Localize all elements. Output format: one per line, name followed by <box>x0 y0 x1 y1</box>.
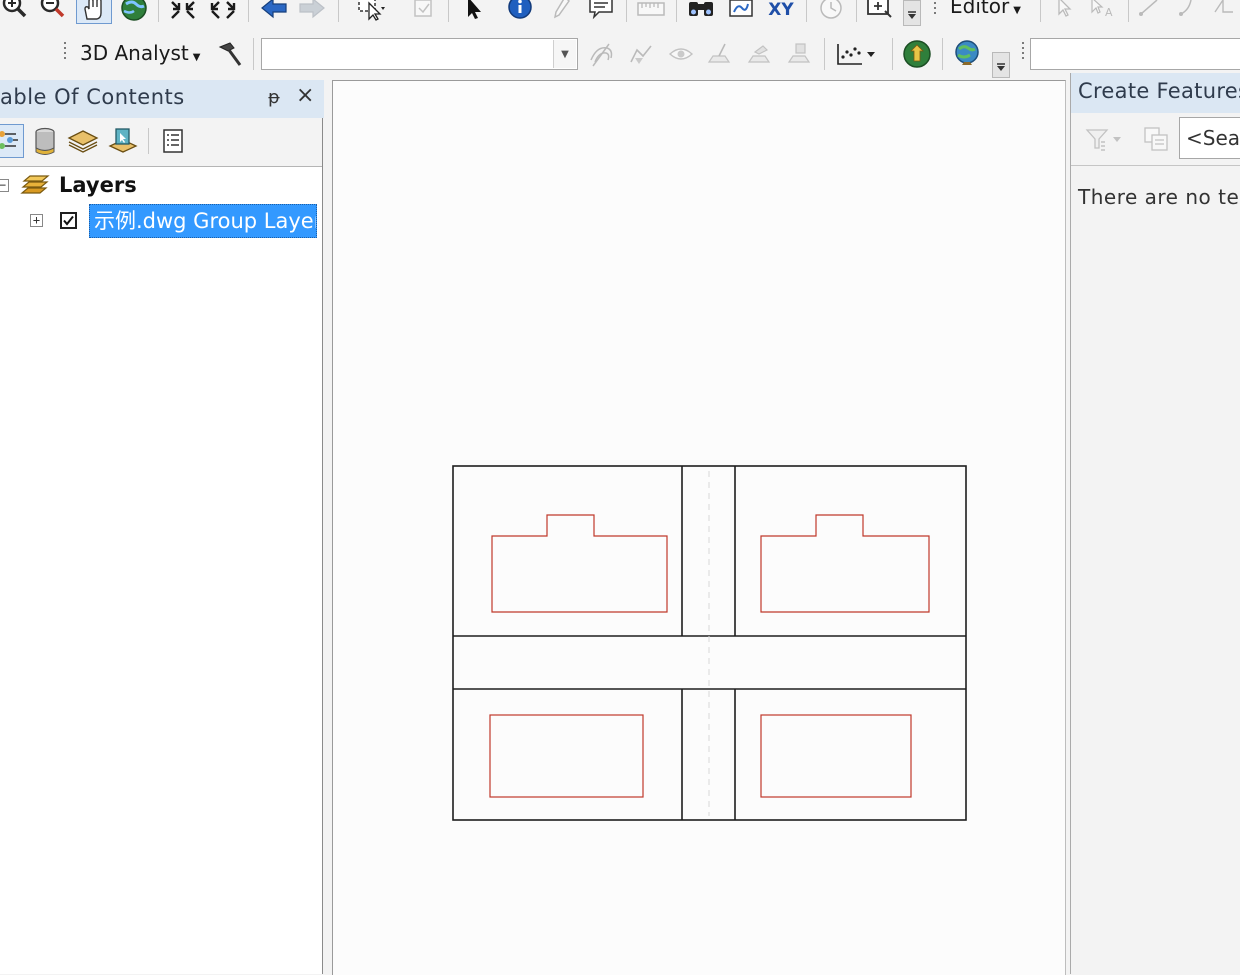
toc-title: able Of Contents <box>0 85 185 109</box>
fixed-zoom-in-icon[interactable] <box>166 0 200 22</box>
no-templates-message: There are no te <box>1078 185 1240 209</box>
pin-icon[interactable]: ᵽ <box>268 87 280 108</box>
interpolate-polygon-icon[interactable] <box>782 38 816 70</box>
table-of-contents-panel: able Of Contents ᵽ × − Layers + 示例.dwg G… <box>0 80 324 974</box>
3d-layer-combo[interactable]: ▼ <box>261 38 578 70</box>
svg-text:A: A <box>1105 6 1113 18</box>
hyperlink-icon[interactable] <box>544 0 578 22</box>
contour-icon[interactable] <box>584 38 618 70</box>
create-viewer-icon[interactable] <box>862 0 896 22</box>
toolbar-options-icon[interactable] <box>903 0 921 26</box>
trace-icon[interactable] <box>1208 0 1240 20</box>
arcglobe-icon[interactable] <box>950 38 984 70</box>
create-features-panel: Create Features <Sear There are no te <box>1070 73 1240 974</box>
list-by-selection-icon[interactable] <box>106 124 140 158</box>
find-route-icon[interactable] <box>724 0 758 22</box>
chevron-down-icon[interactable]: ▼ <box>553 40 576 68</box>
back-extent-icon[interactable] <box>258 0 290 22</box>
toolbar-options-icon[interactable] <box>992 52 1010 78</box>
layers-root-label[interactable]: Layers <box>59 173 137 197</box>
3d-analyst-toolbar: 3D Analyst ▼ ▼ <box>0 28 1240 80</box>
toc-header: able Of Contents ᵽ × <box>0 80 324 118</box>
list-by-drawing-order-icon[interactable] <box>0 124 24 158</box>
zoom-in-icon[interactable] <box>0 0 30 22</box>
standard-toolbar: XY Editor ▼ A <box>0 0 1240 28</box>
organize-templates-icon[interactable] <box>1081 123 1129 155</box>
full-extent-icon[interactable] <box>118 0 150 22</box>
3d-analyst-tools-icon[interactable] <box>212 38 246 70</box>
edit-tool-icon[interactable] <box>1050 0 1078 20</box>
pan-icon[interactable] <box>76 0 112 24</box>
go-to-xy-icon[interactable]: XY <box>764 0 798 22</box>
end-point-arc-icon[interactable] <box>1172 0 1202 20</box>
measure-icon[interactable] <box>634 0 668 22</box>
editor-menu-label: Editor <box>950 0 1010 18</box>
select-elements-icon[interactable] <box>456 0 490 22</box>
edit-annotation-icon[interactable]: A <box>1086 0 1120 20</box>
template-properties-icon[interactable] <box>1139 123 1173 155</box>
toc-toolbar <box>0 118 322 167</box>
group-layer-label[interactable]: 示例.dwg Group Layer <box>89 204 317 238</box>
list-by-source-icon[interactable] <box>28 124 62 158</box>
cad-drawing <box>452 465 967 821</box>
toolbar-grip[interactable] <box>1022 42 1025 62</box>
create-features-header: Create Features <box>1071 73 1240 113</box>
clear-selection-icon[interactable] <box>406 0 440 22</box>
close-icon[interactable]: × <box>296 83 314 108</box>
profile-graph-icon[interactable] <box>830 38 882 70</box>
template-search-placeholder: <Sear <box>1186 126 1240 150</box>
forward-extent-icon[interactable] <box>296 0 328 22</box>
toolbar-grip[interactable] <box>934 2 937 17</box>
fixed-zoom-out-icon[interactable] <box>206 0 240 22</box>
time-slider-icon[interactable] <box>814 0 848 22</box>
select-features-icon[interactable] <box>346 0 398 22</box>
arcscene-icon[interactable] <box>900 38 934 70</box>
identify-icon[interactable] <box>502 0 538 22</box>
layer-visibility-checkbox[interactable] <box>60 212 77 229</box>
building-footprint-ne[interactable] <box>760 514 930 613</box>
extra-toolbar-combo[interactable] <box>1030 38 1240 70</box>
line-of-sight-icon[interactable] <box>664 38 698 70</box>
steepest-path-icon[interactable] <box>624 38 658 70</box>
3d-analyst-menu[interactable]: 3D Analyst ▼ <box>80 41 200 65</box>
chevron-down-icon: ▼ <box>192 52 201 63</box>
expand-icon[interactable]: + <box>30 214 43 227</box>
editor-menu[interactable]: Editor ▼ <box>950 0 1021 18</box>
interpolate-point-icon[interactable] <box>742 38 776 70</box>
template-search-input[interactable]: <Sear <box>1179 117 1240 159</box>
straight-segment-icon[interactable] <box>1134 0 1164 20</box>
toc-tree: − Layers + 示例.dwg Group Layer <box>0 167 322 974</box>
list-by-visibility-icon[interactable] <box>66 124 100 158</box>
zoom-out-icon[interactable] <box>38 0 68 22</box>
options-icon[interactable] <box>156 124 190 158</box>
3d-analyst-menu-label: 3D Analyst <box>80 41 189 65</box>
map-canvas <box>452 465 967 821</box>
go-to-xy-label: XY <box>768 0 794 20</box>
toolbar-grip[interactable] <box>64 42 67 62</box>
building-footprint-se[interactable] <box>760 714 912 798</box>
create-features-toolbar: <Sear <box>1071 113 1240 166</box>
create-features-content: There are no te <box>1071 166 1240 974</box>
find-icon[interactable] <box>684 0 718 22</box>
building-footprint-sw[interactable] <box>489 714 644 798</box>
create-features-title: Create Features <box>1078 79 1240 103</box>
chevron-down-icon: ▼ <box>1013 5 1021 16</box>
map-display[interactable] <box>332 80 1066 975</box>
building-footprint-nw[interactable] <box>491 514 668 613</box>
collapse-icon[interactable]: − <box>0 179 9 192</box>
interpolate-line-icon[interactable] <box>702 38 736 70</box>
layers-icon <box>20 172 52 202</box>
html-popup-icon[interactable] <box>584 0 618 22</box>
